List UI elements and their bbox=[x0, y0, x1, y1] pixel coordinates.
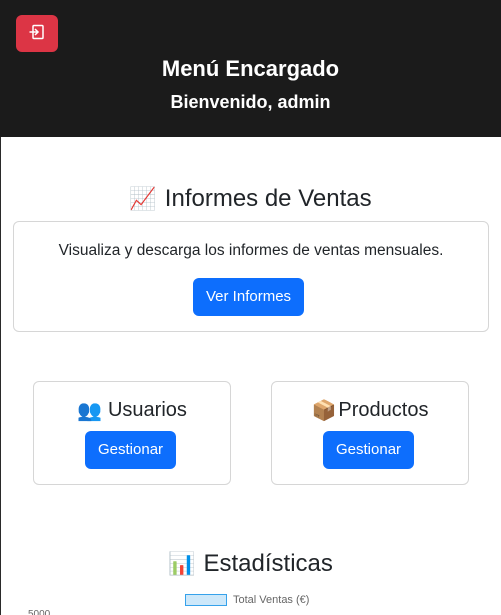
products-card-title-text: Productos bbox=[338, 399, 429, 421]
products-card-title: 📦 Productos bbox=[272, 399, 468, 422]
welcome-message: Bienvenido, admin bbox=[170, 92, 331, 112]
page-title: Menú Encargado bbox=[161, 56, 340, 81]
reports-description: Visualiza y descarga los informes de ven… bbox=[58, 242, 444, 259]
logout-button[interactable] bbox=[16, 15, 58, 52]
stats-heading-text: Estadísticas bbox=[203, 550, 333, 577]
users-icon: 👥 bbox=[77, 399, 102, 422]
legend-label: Total Ventas (€) bbox=[233, 594, 310, 606]
header-bar: Menú Encargado Bienvenido, admin bbox=[0, 0, 501, 137]
users-card: 👥 Usuarios Gestionar bbox=[33, 381, 231, 485]
package-icon: 📦 bbox=[311, 399, 337, 422]
view-reports-button[interactable]: Ver Informes bbox=[193, 278, 305, 316]
logout-icon bbox=[28, 23, 46, 44]
chart-legend[interactable]: Total Ventas (€) bbox=[185, 594, 309, 606]
manage-products-button[interactable]: Gestionar bbox=[323, 431, 415, 469]
products-card: 📦 Productos Gestionar bbox=[271, 381, 469, 485]
bar-chart-icon: 📊 bbox=[168, 551, 196, 576]
reports-heading: 📈 Informes de Ventas bbox=[0, 185, 501, 213]
reports-heading-text: Informes de Ventas bbox=[164, 185, 372, 212]
reports-card: Visualiza y descarga los informes de ven… bbox=[13, 221, 489, 332]
users-card-title-text: Usuarios bbox=[107, 399, 187, 421]
manage-users-button[interactable]: Gestionar bbox=[85, 431, 177, 469]
y-axis-tick: 5000 bbox=[28, 609, 51, 615]
users-card-title: 👥 Usuarios bbox=[34, 399, 230, 422]
legend-swatch bbox=[185, 594, 227, 606]
stats-heading: 📊 Estadísticas bbox=[0, 550, 501, 578]
chart-increasing-icon: 📈 bbox=[129, 186, 157, 211]
